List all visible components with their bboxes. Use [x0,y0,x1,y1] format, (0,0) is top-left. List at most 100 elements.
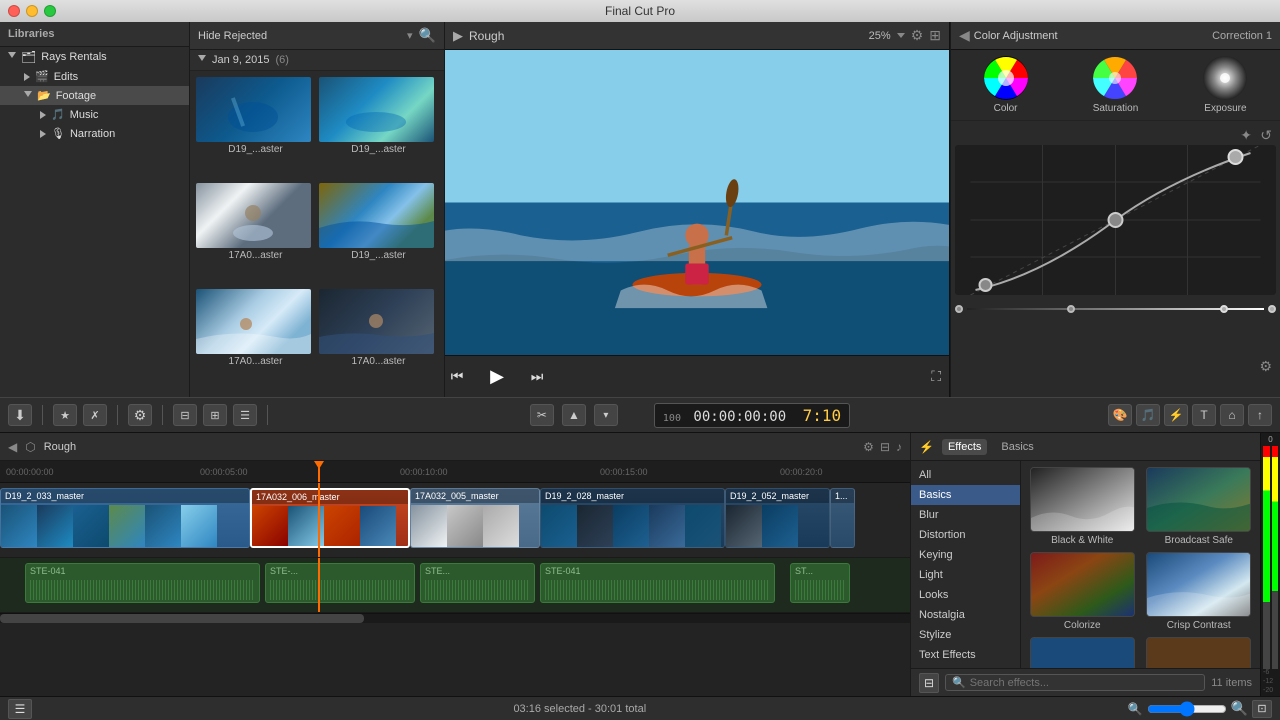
effects-cat-distortion[interactable]: Distortion [911,525,1020,545]
sidebar-item-rays-rentals[interactable]: 🗂 Rays Rentals [0,47,189,67]
effects-cat-light[interactable]: Light [911,565,1020,585]
view-list-button[interactable]: ⊟ [173,404,197,426]
search-icon[interactable]: 🔍 [419,27,436,44]
fit-button[interactable]: ⊡ [1252,700,1272,718]
media-thumb-2[interactable]: D19_...aster [319,77,438,179]
zoom-percent[interactable]: 25% [869,30,891,42]
filter-dropdown-icon[interactable]: ▾ [407,29,413,42]
curves-settings-icon[interactable]: ✦ [1240,127,1252,144]
curves-bottom-icon[interactable]: ⚙ [1259,358,1272,375]
audio-clip-1[interactable]: STE-041 [25,563,260,603]
media-thumb-1[interactable]: D19_...aster [196,77,315,179]
zoom-slider[interactable] [1147,701,1227,717]
timecode-display[interactable]: 100 00:00:00:00 7:10 [654,403,850,428]
effect-crisp[interactable]: Crisp Contrast [1144,552,1255,631]
audio-clip-2[interactable]: STE-... [265,563,415,603]
minimize-button[interactable] [26,5,38,17]
next-button[interactable]: ⏭ [525,365,549,389]
mid-handle[interactable] [1067,305,1075,313]
favorite-button[interactable]: ★ [53,404,77,426]
media-thumb-4[interactable]: D19_...aster [319,183,438,285]
theme-button[interactable]: ⌂ [1220,404,1244,426]
effects-cat-text[interactable]: Text Effects [911,645,1020,665]
audio-clip-4[interactable]: STE-041 [540,563,775,603]
audio-button[interactable]: 🎵 [1136,404,1160,426]
reject-button[interactable]: ✗ [83,404,107,426]
play-button[interactable]: ▶ [485,365,509,389]
color-back-icon[interactable]: ◀ [959,27,970,44]
curves-reset-icon[interactable]: ↺ [1260,127,1272,144]
maximize-button[interactable] [44,5,56,17]
white-handle[interactable] [1268,305,1276,313]
media-thumb-6[interactable]: 17A0...aster [319,289,438,391]
clip-1[interactable]: D19_2_033_master [0,488,250,548]
audio-clip-5[interactable]: ST... [790,563,850,603]
effects-tab-basics[interactable]: Basics [995,439,1039,455]
effects-tab-effects[interactable]: Effects [942,439,987,455]
shadow-handle[interactable] [955,305,963,313]
viewer-expand-icon[interactable]: ⊞ [929,27,941,44]
audio-clip-3[interactable]: STE... [420,563,535,603]
color-wheel-color[interactable]: Color [984,56,1028,114]
clip-2[interactable]: 17A032_006_master [250,488,410,548]
viewer-settings-icon[interactable]: ⚙ [911,27,924,44]
effects-cat-stylize[interactable]: Stylize [911,625,1020,645]
effect-partial-1[interactable] [1027,637,1138,668]
media-thumb-3[interactable]: 17A0...aster [196,183,315,285]
timeline-title: Rough [44,441,76,453]
color-wheel-saturation[interactable]: Saturation [1093,56,1139,114]
fullscreen-button[interactable]: ⛶ [931,368,941,385]
scrollbar-thumb[interactable] [0,614,364,623]
share-button[interactable]: ↑ [1248,404,1272,426]
effects-cat-basics[interactable]: Basics [911,485,1020,505]
timeline-scrollbar[interactable] [0,613,910,623]
timeline-collapse-icon[interactable]: ◀ [8,440,17,454]
effects-cat-nostalgia[interactable]: Nostalgia [911,605,1020,625]
media-thumb-5[interactable]: 17A0...aster [196,289,315,391]
effects-button[interactable]: ⚡ [1164,404,1188,426]
generator-button[interactable]: T [1192,404,1216,426]
view-filmstrip-button[interactable]: ☰ [233,404,257,426]
sidebar-item-narration[interactable]: 🎙 Narration [0,124,189,143]
color-button[interactable]: 🎨 [1108,404,1132,426]
timeline-view-icon[interactable]: ⊟ [880,440,890,454]
blade-tool[interactable]: ✂ [530,404,554,426]
index-button[interactable]: ☰ [8,699,32,719]
effects-search-box[interactable]: 🔍 [945,674,1205,691]
prev-button[interactable]: ⏮ [445,365,469,389]
timeline-audio-icon[interactable]: ♪ [896,440,902,454]
zoom-in-icon[interactable]: 🔍 [1231,700,1248,717]
clip-3[interactable]: 17A032_005_master [410,488,540,548]
sidebar-item-music[interactable]: 🎵 Music [0,105,189,124]
effects-cat-keying[interactable]: Keying [911,545,1020,565]
zoom-control[interactable]: 🔍 🔍 ⊡ [1128,700,1272,718]
effects-search-input[interactable] [970,677,1199,689]
transform-button[interactable]: ⚙ [128,404,152,426]
color-wheel-exposure[interactable]: Exposure [1203,56,1247,114]
clip-6[interactable]: 1... [830,488,855,548]
zoom-out-icon[interactable]: 🔍 [1128,702,1143,716]
view-grid-button[interactable]: ⊞ [203,404,227,426]
zoom-dropdown-icon[interactable] [897,33,905,38]
tool-dropdown[interactable]: ▾ [594,404,618,426]
effects-cat-blur[interactable]: Blur [911,505,1020,525]
close-button[interactable] [8,5,20,17]
effect-broadcast[interactable]: Broadcast Safe [1144,467,1255,546]
browser-filter[interactable]: Hide Rejected [198,30,401,42]
effects-filter-button[interactable]: ⊟ [919,673,939,693]
sidebar-item-edits[interactable]: 🎬 Edits [0,67,189,86]
effect-partial-2[interactable] [1144,637,1255,668]
brightness-slider[interactable] [955,299,1276,319]
highlight-handle[interactable] [1220,305,1228,313]
timeline-header: ◀ ⬡ Rough ⚙ ⊟ ♪ [0,433,910,461]
effect-colorize[interactable]: Colorize [1027,552,1138,631]
effects-cat-all[interactable]: All [911,465,1020,485]
effects-cat-looks[interactable]: Looks [911,585,1020,605]
timeline-settings-icon[interactable]: ⚙ [863,440,874,454]
sidebar-item-footage[interactable]: 📂 Footage [0,86,189,105]
select-tool[interactable]: ▲ [562,404,586,426]
import-button[interactable]: ⬇ [8,404,32,426]
effect-bw[interactable]: Black & White [1027,467,1138,546]
clip-4[interactable]: D19_2_028_master [540,488,725,548]
clip-5[interactable]: D19_2_052_master [725,488,830,548]
